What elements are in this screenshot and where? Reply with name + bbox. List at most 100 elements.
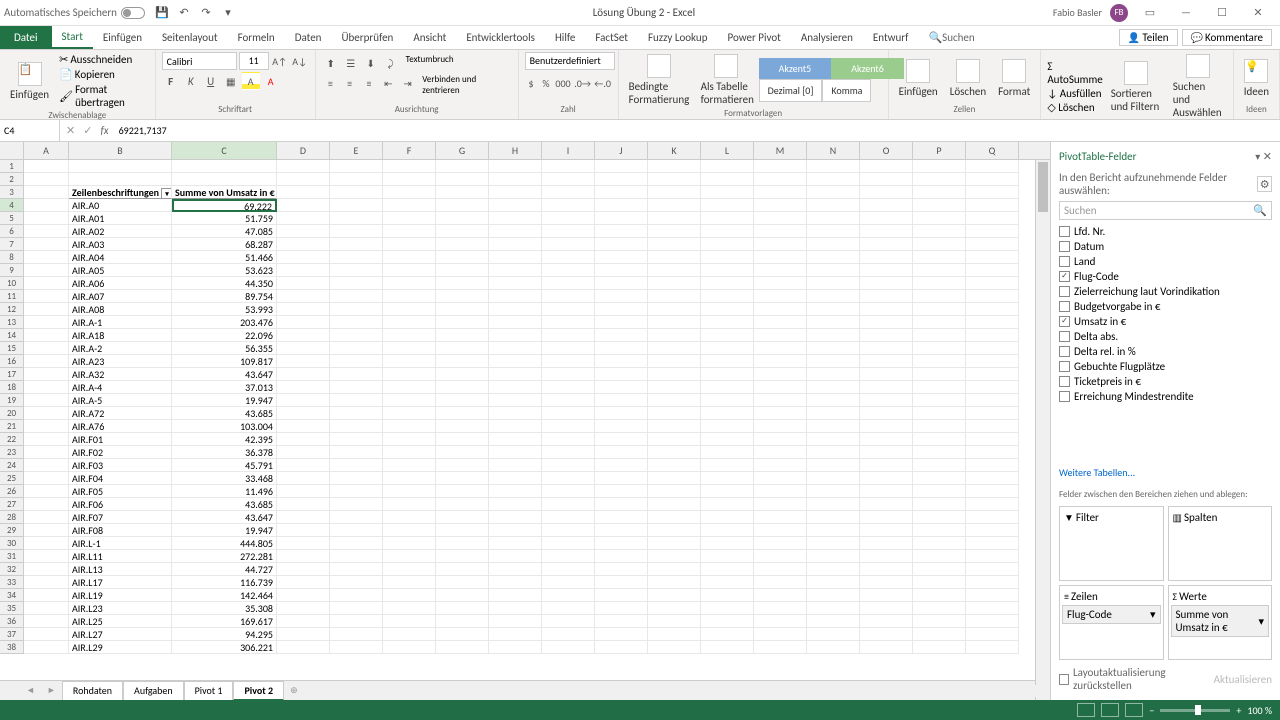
cell[interactable] <box>860 264 913 277</box>
cell[interactable] <box>648 446 701 459</box>
cell[interactable] <box>648 498 701 511</box>
cell[interactable]: 36.378 <box>172 446 277 459</box>
cell[interactable]: AIR.A-1 <box>69 316 172 329</box>
cell[interactable] <box>436 498 489 511</box>
cell[interactable] <box>277 381 330 394</box>
cell[interactable] <box>436 641 489 654</box>
zoom-thumb[interactable] <box>1195 705 1201 715</box>
cell[interactable] <box>383 186 436 199</box>
cell[interactable] <box>172 173 277 186</box>
cell[interactable]: AIR.F02 <box>69 446 172 459</box>
cell[interactable]: 53.993 <box>172 303 277 316</box>
cell[interactable] <box>277 446 330 459</box>
cell[interactable] <box>966 420 1019 433</box>
cell[interactable]: 42.395 <box>172 433 277 446</box>
cell[interactable] <box>595 615 648 628</box>
qat-dropdown-icon[interactable]: ▾ <box>221 6 235 20</box>
cell[interactable] <box>24 641 69 654</box>
cell[interactable] <box>542 459 595 472</box>
tab-überprüfen[interactable]: Überprüfen <box>331 26 403 49</box>
cell[interactable] <box>595 290 648 303</box>
worksheet-grid[interactable]: ABCDEFGHIJKLMNOPQ 123Zeilenbeschriftunge… <box>0 142 1050 700</box>
cell[interactable] <box>277 329 330 342</box>
cell[interactable] <box>913 446 966 459</box>
cell[interactable] <box>330 446 383 459</box>
cell[interactable] <box>595 628 648 641</box>
cell[interactable] <box>648 251 701 264</box>
pivot-field[interactable]: Land <box>1059 254 1272 269</box>
normal-view-icon[interactable] <box>1077 703 1095 717</box>
cell[interactable] <box>436 264 489 277</box>
cell[interactable] <box>913 524 966 537</box>
cell[interactable] <box>701 446 754 459</box>
comments-button[interactable]: 💬 Kommentare <box>1182 29 1272 46</box>
col-header-M[interactable]: M <box>754 142 807 159</box>
cell[interactable] <box>966 576 1019 589</box>
cell[interactable] <box>966 589 1019 602</box>
cell[interactable] <box>754 355 807 368</box>
checkbox[interactable] <box>1059 361 1070 372</box>
cell[interactable] <box>648 225 701 238</box>
row-header[interactable]: 24 <box>0 459 24 472</box>
cell[interactable] <box>24 290 69 303</box>
cell[interactable] <box>966 329 1019 342</box>
cell[interactable]: 37.013 <box>172 381 277 394</box>
cell[interactable] <box>277 173 330 186</box>
cell[interactable] <box>807 459 860 472</box>
cell[interactable]: 19.947 <box>172 524 277 537</box>
cell[interactable] <box>701 485 754 498</box>
cell[interactable] <box>489 355 542 368</box>
sort-filter-button[interactable]: Sortieren und Filtern <box>1107 59 1165 115</box>
cell[interactable] <box>648 433 701 446</box>
cell[interactable] <box>807 212 860 225</box>
tab-daten[interactable]: Daten <box>285 26 332 49</box>
cell[interactable] <box>436 446 489 459</box>
cell[interactable] <box>966 459 1019 472</box>
cell[interactable] <box>966 342 1019 355</box>
align-center-icon[interactable]: ≡ <box>341 74 358 92</box>
paste-button[interactable]: 📋Einfügen <box>6 60 53 103</box>
cell[interactable] <box>383 641 436 654</box>
bold-button[interactable]: F <box>162 72 180 90</box>
cell[interactable]: AIR.L13 <box>69 563 172 576</box>
font-name-select[interactable]: Calibri <box>162 52 237 70</box>
cell[interactable] <box>648 186 701 199</box>
cell[interactable] <box>277 420 330 433</box>
cell[interactable] <box>542 628 595 641</box>
cell[interactable] <box>24 264 69 277</box>
cell[interactable] <box>754 381 807 394</box>
cell[interactable] <box>648 394 701 407</box>
cell[interactable] <box>807 186 860 199</box>
more-tables-link[interactable]: Weitere Tabellen... <box>1059 462 1272 483</box>
cell[interactable]: 47.085 <box>172 225 277 238</box>
cell[interactable] <box>701 277 754 290</box>
cell[interactable] <box>754 615 807 628</box>
col-header-K[interactable]: K <box>648 142 701 159</box>
cell[interactable] <box>754 173 807 186</box>
cell[interactable] <box>436 212 489 225</box>
cell[interactable] <box>966 199 1019 212</box>
row-header[interactable]: 26 <box>0 485 24 498</box>
cell[interactable] <box>807 628 860 641</box>
wrap-text-button[interactable]: Textumbruch <box>406 54 454 72</box>
cell[interactable] <box>383 615 436 628</box>
cell[interactable] <box>383 628 436 641</box>
align-left-icon[interactable]: ≡ <box>322 74 339 92</box>
cell[interactable]: AIR.F03 <box>69 459 172 472</box>
row-header[interactable]: 5 <box>0 212 24 225</box>
cell[interactable] <box>277 290 330 303</box>
col-header-C[interactable]: C <box>172 142 277 159</box>
cell[interactable] <box>277 485 330 498</box>
cell[interactable] <box>648 589 701 602</box>
cell[interactable] <box>807 420 860 433</box>
cell[interactable] <box>330 173 383 186</box>
cell[interactable] <box>807 407 860 420</box>
cell[interactable] <box>24 186 69 199</box>
cell[interactable] <box>383 576 436 589</box>
sheet-tab[interactable]: Pivot 2 <box>233 681 284 701</box>
tab-seitenlayout[interactable]: Seitenlayout <box>152 26 228 49</box>
cell[interactable] <box>595 602 648 615</box>
cell[interactable] <box>489 394 542 407</box>
cell[interactable] <box>913 290 966 303</box>
cell[interactable]: AIR.L19 <box>69 589 172 602</box>
